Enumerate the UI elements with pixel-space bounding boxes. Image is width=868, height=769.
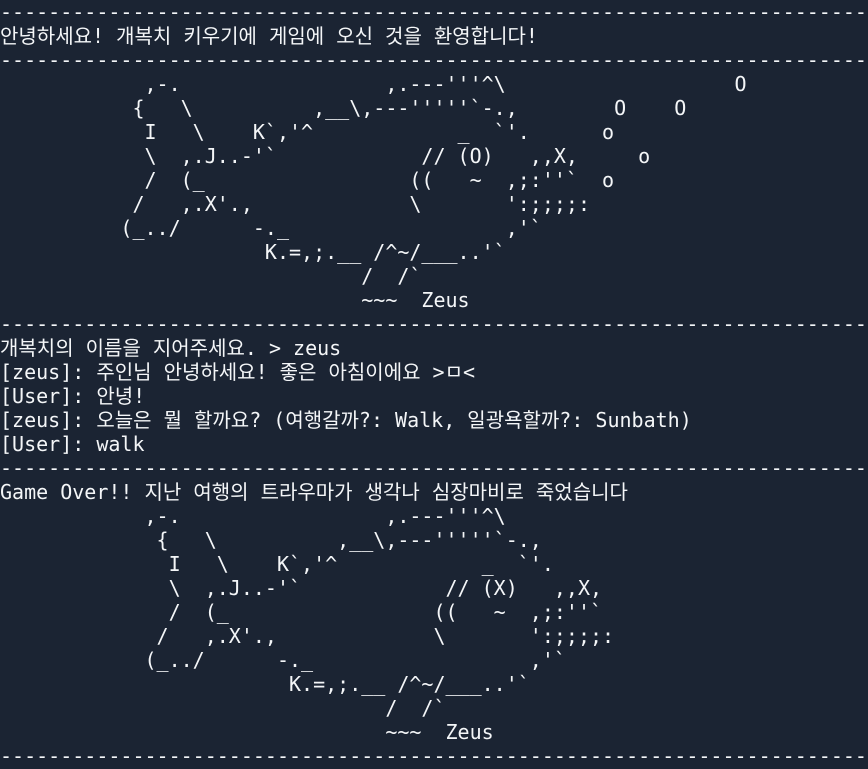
fish-name-label: ~~~ Zeus — [0, 288, 470, 312]
fish-art-line: / /` — [0, 264, 422, 288]
dead-fish-art-line: \ ,.J..-'` // (X) ,,X, — [0, 576, 603, 600]
welcome-message: 안녕하세요! 개복치 키우기에 게임에 오신 것을 환영합니다! — [0, 24, 538, 48]
name-prompt-line: 개복치의 이름을 지어주세요. > zeus — [0, 336, 342, 360]
dialog-line: [zeus]: 오늘은 뭘 할까요? (여행갈까?: Walk, 일광욕할까?:… — [0, 408, 692, 432]
separator-line: ----------------------------------------… — [0, 0, 868, 24]
terminal-output[interactable]: ----------------------------------------… — [0, 0, 868, 768]
fish-art-line: I \ K`,'^ _ `'. o — [0, 120, 615, 144]
dead-fish-art-line: I \ K`,'^ _ `'. — [0, 552, 554, 576]
fish-art-line: / (_ (( ~ ,;:''` o — [0, 168, 615, 192]
fish-art-line: (_../ -._ ,'` — [0, 216, 542, 240]
dialog-line: [User]: 안녕! — [0, 384, 146, 408]
fish-art-line: K.=,;.__ /^~/___..'` — [0, 240, 506, 264]
dead-fish-art-line: { \ ,__\,---'''''`-., — [0, 528, 542, 552]
dead-fish-art-line: (_../ -._ ,'` — [0, 648, 566, 672]
dead-fish-art-line: ,-. ,.---'''^\ — [0, 504, 506, 528]
fish-art-line: { \ ,__\,---'''''`-., O O — [0, 96, 687, 120]
dead-fish-art-line: / (_ (( ~ ,;:''` — [0, 600, 603, 624]
terminal-window[interactable]: ----------------------------------------… — [0, 0, 868, 769]
dead-fish-art-line: K.=,;.__ /^~/___..'` — [0, 672, 530, 696]
fish-art-line: ,-. ,.---'''^\ O — [0, 72, 747, 96]
dead-fish-name-label: ~~~ Zeus — [0, 720, 494, 744]
dead-fish-art-line: / /` — [0, 696, 446, 720]
separator-line: ----------------------------------------… — [0, 48, 868, 72]
fish-art-line: / ,.X'., \ ':;;;;: — [0, 192, 591, 216]
separator-line: ----------------------------------------… — [0, 744, 868, 768]
game-over-message: Game Over!! 지난 여행의 트라우마가 생각나 심장마비로 죽었습니다 — [0, 480, 628, 504]
dialog-line: [User]: walk — [0, 432, 145, 456]
fish-art-line: \ ,.J..-'` // (O) ,,X, o — [0, 144, 651, 168]
dead-fish-art-line: / ,.X'., \ ':;;;;: — [0, 624, 615, 648]
dialog-line: [zeus]: 주인님 안녕하세요! 좋은 아침이에요 >ㅁ< — [0, 360, 476, 384]
separator-line: ----------------------------------------… — [0, 456, 868, 480]
separator-line: ----------------------------------------… — [0, 312, 868, 336]
